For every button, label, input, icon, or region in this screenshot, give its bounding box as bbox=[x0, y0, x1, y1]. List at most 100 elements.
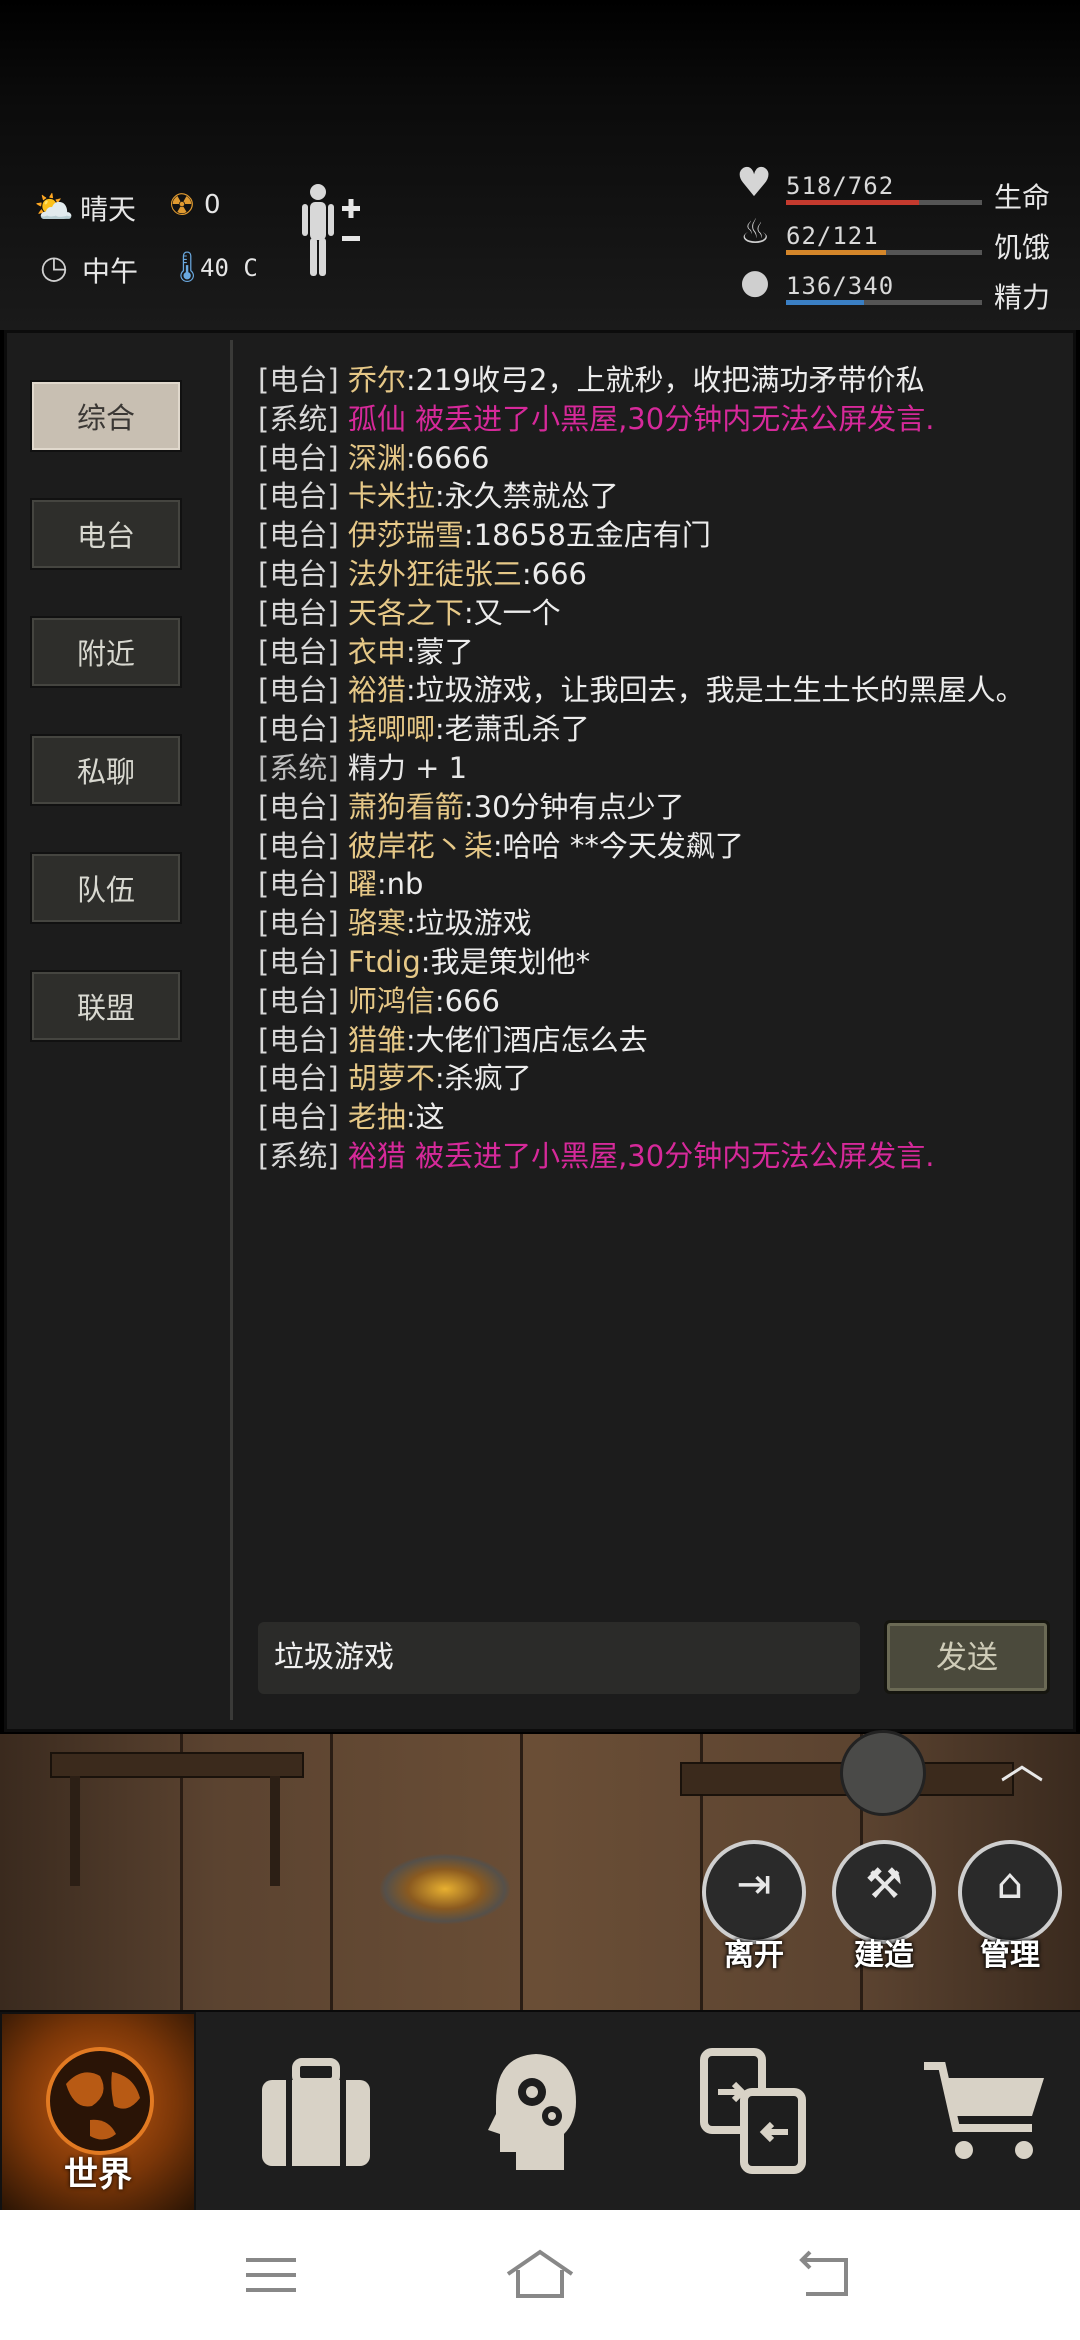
message-sender[interactable]: 天各之下 bbox=[348, 596, 464, 630]
status-bar: ⛅ 晴天 ☢ 0 ◷ 中午 🌡 40 C ♥ 518/762 生命 ♨ 62/1… bbox=[0, 0, 1080, 333]
weather-text: 晴天 bbox=[80, 193, 137, 226]
message-sender[interactable]: 卡米拉 bbox=[348, 479, 435, 513]
chat-message-radio[interactable]: [电台] 挠唧唧:老萧乱杀了 bbox=[258, 709, 590, 749]
character-body-button[interactable] bbox=[296, 180, 366, 280]
chat-input[interactable]: 垃圾游戏 bbox=[258, 1622, 860, 1694]
leave-button[interactable]: ⇥ bbox=[702, 1840, 806, 1944]
suitcase-icon bbox=[262, 2058, 370, 2166]
message-text: :219收弓2，上就秒，收把满功矛带价私 bbox=[405, 363, 925, 397]
message-text: :nb bbox=[376, 867, 424, 902]
chat-message-radio[interactable]: [电台] 萧狗看箭:30分钟有点少了 bbox=[258, 787, 685, 827]
health-bar-fill bbox=[786, 200, 920, 205]
message-channel-tag: [电台] bbox=[258, 789, 339, 824]
nav-trade[interactable] bbox=[648, 2012, 848, 2212]
back-icon[interactable] bbox=[796, 2248, 854, 2300]
message-text: :垃圾游戏 bbox=[405, 906, 532, 941]
message-channel-tag: [电台] bbox=[258, 518, 339, 553]
send-button[interactable]: 发送 bbox=[884, 1620, 1050, 1694]
message-channel-tag: [电台] bbox=[258, 945, 339, 979]
chat-message-radio[interactable]: [电台] 伊莎瑞雪:18658五金店有门 bbox=[258, 515, 711, 555]
hunger-bar bbox=[786, 250, 982, 255]
nav-inventory[interactable] bbox=[216, 2012, 416, 2212]
workbench[interactable] bbox=[50, 1752, 304, 1778]
message-sender[interactable]: 衣申 bbox=[348, 635, 406, 669]
hunger-label: 饥饿 bbox=[994, 231, 1051, 264]
message-sender[interactable]: 彼岸花丶柒 bbox=[348, 829, 493, 863]
tab-nearby[interactable]: 附近 bbox=[30, 616, 182, 688]
message-sender[interactable]: 裕猎 bbox=[348, 673, 406, 707]
energy-text: 136/340 bbox=[786, 272, 895, 300]
chat-message-radio[interactable]: [电台] Ftdig:我是策划他* bbox=[258, 942, 590, 982]
nav-world[interactable]: 世界 bbox=[0, 2012, 196, 2212]
message-text: :大佬们酒店怎么去 bbox=[405, 1022, 648, 1057]
human-body-icon bbox=[302, 184, 360, 276]
floor-plank bbox=[330, 1734, 333, 2010]
message-sender[interactable]: 老抽 bbox=[348, 1100, 406, 1134]
hunger-text: 62/121 bbox=[786, 222, 879, 250]
tab-general[interactable]: 综合 bbox=[30, 380, 182, 452]
message-channel-tag: [电台] bbox=[258, 828, 339, 863]
nav-skills[interactable] bbox=[432, 2012, 632, 2212]
message-sender[interactable]: 乔尔 bbox=[348, 363, 406, 397]
message-sender[interactable]: 法外狂徒张三 bbox=[348, 557, 522, 591]
message-channel-tag: [电台] bbox=[258, 479, 339, 514]
build-button[interactable]: ⚒ bbox=[832, 1840, 936, 1944]
message-text: 精力 + 1 bbox=[347, 751, 468, 785]
message-channel-tag: [系统] bbox=[258, 401, 339, 436]
message-sender[interactable]: 师鸿信 bbox=[348, 984, 435, 1018]
message-channel-tag: [系统] bbox=[258, 751, 339, 785]
message-text: :6666 bbox=[405, 440, 490, 475]
chat-message-radio[interactable]: [电台] 天各之下:又一个 bbox=[258, 593, 561, 633]
hunger-bar-fill bbox=[786, 250, 886, 255]
message-channel-tag: [电台] bbox=[258, 595, 339, 630]
chat-message-radio[interactable]: [电台] 彼岸花丶柒:哈哈 **今天发飙了 bbox=[258, 826, 744, 866]
manage-button[interactable]: ⌂ bbox=[958, 1840, 1062, 1944]
tab-radio[interactable]: 电台 bbox=[30, 498, 182, 570]
thermometer-icon: 🌡 bbox=[168, 250, 207, 285]
message-sender[interactable]: 深渊 bbox=[348, 441, 406, 475]
menu-icon[interactable] bbox=[244, 2254, 298, 2296]
message-sender[interactable]: 曜 bbox=[348, 867, 377, 901]
message-sender[interactable]: 裕猎 bbox=[348, 1139, 406, 1173]
message-sender[interactable]: Ftdig bbox=[348, 945, 421, 979]
chat-message-radio[interactable]: [电台] 猎雏:大佬们酒店怎么去 bbox=[258, 1020, 648, 1060]
chat-message-radio[interactable]: [电台] 胡萝不:杀疯了 bbox=[258, 1058, 532, 1098]
chat-message-radio[interactable]: [电台] 曜:nb bbox=[258, 864, 423, 904]
chat-message-radio[interactable]: [电台] 衣申:蒙了 bbox=[258, 632, 474, 672]
nav-world-label: 世界 bbox=[64, 2155, 132, 2195]
message-text: :666 bbox=[434, 983, 500, 1018]
tab-team[interactable]: 队伍 bbox=[30, 852, 182, 924]
message-sender[interactable]: 猎雏 bbox=[348, 1023, 406, 1057]
chat-message-radio[interactable]: [电台] 深渊:6666 bbox=[258, 438, 489, 478]
message-text: 被丢进了小黑屋,30分钟内无法公屏发言. bbox=[405, 1139, 935, 1173]
tab-private[interactable]: 私聊 bbox=[30, 734, 182, 806]
chat-message-list[interactable]: [电台] 乔尔:219收弓2，上就秒，收把满功矛带价私 [系统] 孤仙 被丢进了小… bbox=[258, 340, 1058, 1595]
message-text: :老萧乱杀了 bbox=[434, 712, 590, 747]
campfire[interactable] bbox=[380, 1854, 510, 1924]
message-text: :垃圾游戏，让我回去，我是土生土长的黑屋人。 bbox=[405, 673, 1025, 708]
home-icon[interactable] bbox=[504, 2246, 576, 2302]
chat-message-system[interactable]: [系统] 精力 + 1 bbox=[258, 748, 467, 788]
message-sender[interactable]: 伊莎瑞雪 bbox=[348, 518, 464, 552]
chat-message-radio[interactable]: [电台] 师鸿信:666 bbox=[258, 981, 500, 1021]
message-sender[interactable]: 萧狗看箭 bbox=[348, 790, 464, 824]
message-sender[interactable]: 骆寒 bbox=[348, 906, 406, 940]
chat-message-radio[interactable]: [电台] 裕猎:垃圾游戏，让我回去，我是土生土长的黑屋人。 bbox=[258, 670, 1025, 710]
chat-message-radio[interactable]: [电台] 老抽:这 bbox=[258, 1097, 445, 1137]
chevron-up-icon[interactable]: ︿ bbox=[992, 1742, 1052, 1786]
message-channel-tag: [电台] bbox=[258, 906, 339, 941]
nav-shop[interactable] bbox=[880, 2012, 1080, 2212]
message-sender[interactable]: 挠唧唧 bbox=[348, 712, 435, 746]
message-sender[interactable]: 孤仙 bbox=[348, 402, 406, 436]
chat-message-radio[interactable]: [电台] 卡米拉:永久禁就怂了 bbox=[258, 476, 619, 516]
chat-message-radio[interactable]: [电台] 乔尔:219收弓2，上就秒，收把满功矛带价私 bbox=[258, 360, 924, 400]
chat-message-radio[interactable]: [电台] 骆寒:垃圾游戏 bbox=[258, 903, 532, 943]
tab-alliance[interactable]: 联盟 bbox=[30, 970, 182, 1042]
hammer-icon: ⚒ bbox=[865, 1859, 903, 1908]
chat-message-system[interactable]: [系统] 孤仙 被丢进了小黑屋,30分钟内无法公屏发言. bbox=[258, 399, 934, 439]
temperature-value: 40 C bbox=[200, 254, 258, 282]
message-sender[interactable]: 胡萝不 bbox=[348, 1061, 435, 1095]
chat-message-radio[interactable]: [电台] 法外狂徒张三:666 bbox=[258, 554, 587, 594]
shopping-cart-icon bbox=[924, 2062, 1044, 2159]
chat-message-system[interactable]: [系统] 裕猎 被丢进了小黑屋,30分钟内无法公屏发言. bbox=[258, 1136, 934, 1176]
